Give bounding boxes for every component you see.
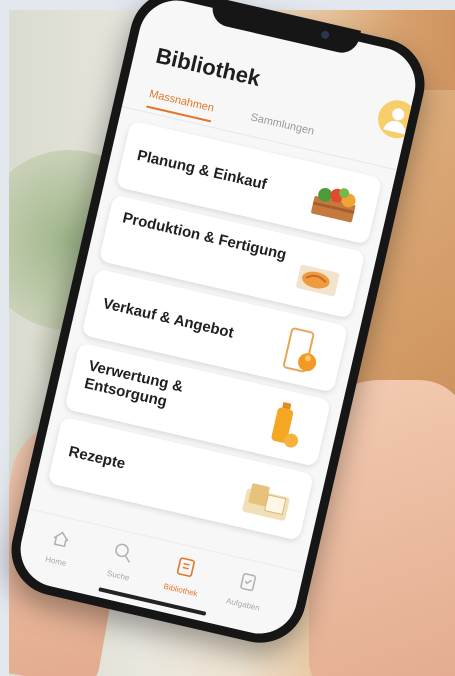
photo-frame: Bibliothek Massnahmen Sammlungen Planung…	[0, 0, 455, 676]
category-label: Verkauf & Angebot	[101, 295, 236, 342]
nav-aufgaben[interactable]: Aufgaben	[213, 564, 280, 615]
clipboard-icon	[240, 573, 257, 592]
tab-massnahmen[interactable]: Massnahmen	[146, 88, 216, 123]
profile-avatar[interactable]	[374, 96, 420, 143]
category-label: Rezepte	[67, 443, 127, 473]
camera-icon	[320, 30, 331, 40]
nav-bibliothek[interactable]: Bibliothek	[150, 550, 217, 601]
juice-bottle-icon	[271, 401, 299, 448]
category-label: Planung & Einkauf	[135, 146, 269, 194]
phone-orange-icon	[283, 327, 317, 373]
home-icon	[53, 531, 69, 548]
book-icon	[176, 557, 195, 577]
page-title: Bibliothek	[153, 42, 263, 92]
nav-suche[interactable]: Suche	[88, 535, 155, 586]
nav-home[interactable]: Home	[26, 521, 93, 572]
tab-sammlungen[interactable]: Sammlungen	[248, 111, 315, 143]
vegetable-crate-icon	[311, 187, 356, 223]
search-icon	[115, 543, 131, 563]
user-icon	[391, 107, 406, 122]
bread-basket-icon	[242, 483, 290, 521]
dough-icon	[296, 264, 340, 297]
